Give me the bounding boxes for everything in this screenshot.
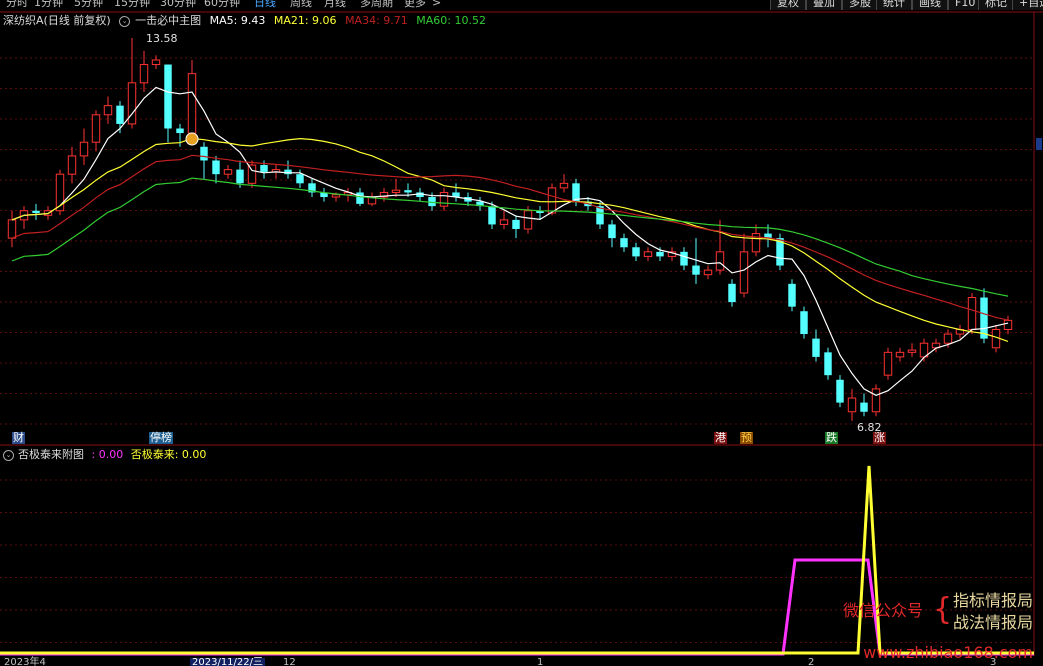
candle-body [67, 155, 77, 175]
candle-body [559, 182, 569, 189]
candle-body [847, 397, 857, 413]
candle-body [32, 210, 40, 214]
date-label: 1 [537, 657, 544, 666]
scroll-handle [1036, 138, 1042, 150]
candle-body [788, 283, 796, 307]
date-label: 2 [808, 657, 815, 666]
marker-die[interactable]: 跌 [825, 432, 838, 444]
candle-body [151, 59, 161, 66]
candle-body [692, 265, 700, 275]
sub-chart-header: ⌄ 否极泰来附图 : 0.00 否极泰来: 0.00 [3, 448, 210, 462]
candle-body [512, 219, 520, 229]
candle-body [632, 247, 640, 257]
candle-body [284, 169, 292, 175]
candle-body [391, 189, 401, 193]
marker-tingpai[interactable]: 停榜 [149, 432, 173, 444]
watermark-line-1: 指标情报局 [952, 591, 1033, 610]
date-axis: 2023年4 2023/11/22/三 12 1 2 3 [0, 656, 1043, 666]
candle-body [236, 169, 244, 184]
candle-body [656, 251, 664, 257]
sub-value-2-label: 否极泰来 [130, 448, 175, 461]
date-label: 3 [990, 657, 997, 666]
date-label: 2023年4 [4, 657, 46, 666]
candle-body [860, 402, 868, 412]
candle-body [439, 191, 449, 207]
candle-body [643, 251, 653, 257]
watermark: 微信公众号 { 指标情报局 战法情报局 [843, 590, 1033, 634]
sub-series-line-yellow [0, 465, 1034, 655]
candle-body [331, 194, 341, 198]
candle-body [895, 351, 905, 358]
candle-body [620, 238, 628, 248]
ma60-line [11, 177, 1009, 297]
candle-body [91, 114, 101, 143]
money-bag-icon [185, 132, 199, 146]
candle-body [608, 224, 616, 239]
date-label: 12 [283, 657, 296, 666]
candle-body [943, 333, 953, 344]
chevron-down-icon[interactable]: ⌄ [3, 449, 14, 461]
candle-body [176, 128, 184, 134]
ma21-line [11, 137, 1009, 342]
candle-body [356, 192, 364, 204]
candle-body [523, 210, 533, 230]
candle-body [883, 351, 893, 376]
candle-body [728, 283, 736, 303]
main-candlestick-chart[interactable]: 13.58 6.82 [0, 0, 1043, 666]
sub-indicator-chart [0, 465, 1034, 656]
candle-body [967, 297, 977, 331]
candle-body [824, 352, 832, 376]
date-cursor-label: 2023/11/22/三 [190, 657, 266, 666]
marker-yu[interactable]: 预 [740, 432, 753, 444]
candle-body [499, 219, 509, 225]
candle-body [871, 388, 881, 413]
candle-body [103, 105, 113, 116]
candle-body [800, 311, 808, 335]
sub-value-1: : 0.00 [91, 448, 124, 461]
candle-body [79, 141, 89, 157]
sub-value-2: : 0.00 [174, 448, 207, 461]
candle-body [187, 73, 197, 134]
candle-body [715, 251, 725, 271]
candle-body [1003, 319, 1013, 331]
candle-body [116, 105, 124, 124]
marker-cai[interactable]: 财 [12, 432, 25, 444]
candle-body [980, 297, 988, 339]
candle-body [812, 338, 820, 357]
candle-body [260, 165, 268, 172]
candle-body [7, 219, 17, 239]
candle-body [703, 269, 713, 276]
high-price-label: 13.58 [146, 32, 178, 45]
candle-body [488, 206, 496, 225]
candle-body [739, 251, 749, 294]
candle-body [404, 190, 412, 193]
candle-body [836, 379, 844, 403]
sub-indicator-name[interactable]: 否极泰来附图 [18, 448, 84, 461]
candle-body [139, 64, 149, 84]
candle-body [296, 174, 304, 184]
candle-body [547, 187, 557, 214]
watermark-wechat: 微信公众号 [842, 601, 923, 620]
candle-body [164, 64, 172, 129]
candle-body [247, 164, 257, 184]
candle-body [200, 146, 208, 161]
marker-gang[interactable]: 港 [714, 432, 727, 444]
candle-body [680, 251, 688, 266]
candle-body [907, 349, 917, 353]
candle-body [223, 169, 233, 175]
watermark-line-2: 战法情报局 [952, 613, 1033, 632]
grid-lines [0, 11, 1043, 656]
marker-zhang[interactable]: 涨 [873, 432, 886, 444]
watermark-brace: { [932, 592, 953, 627]
candle-body [212, 160, 220, 175]
